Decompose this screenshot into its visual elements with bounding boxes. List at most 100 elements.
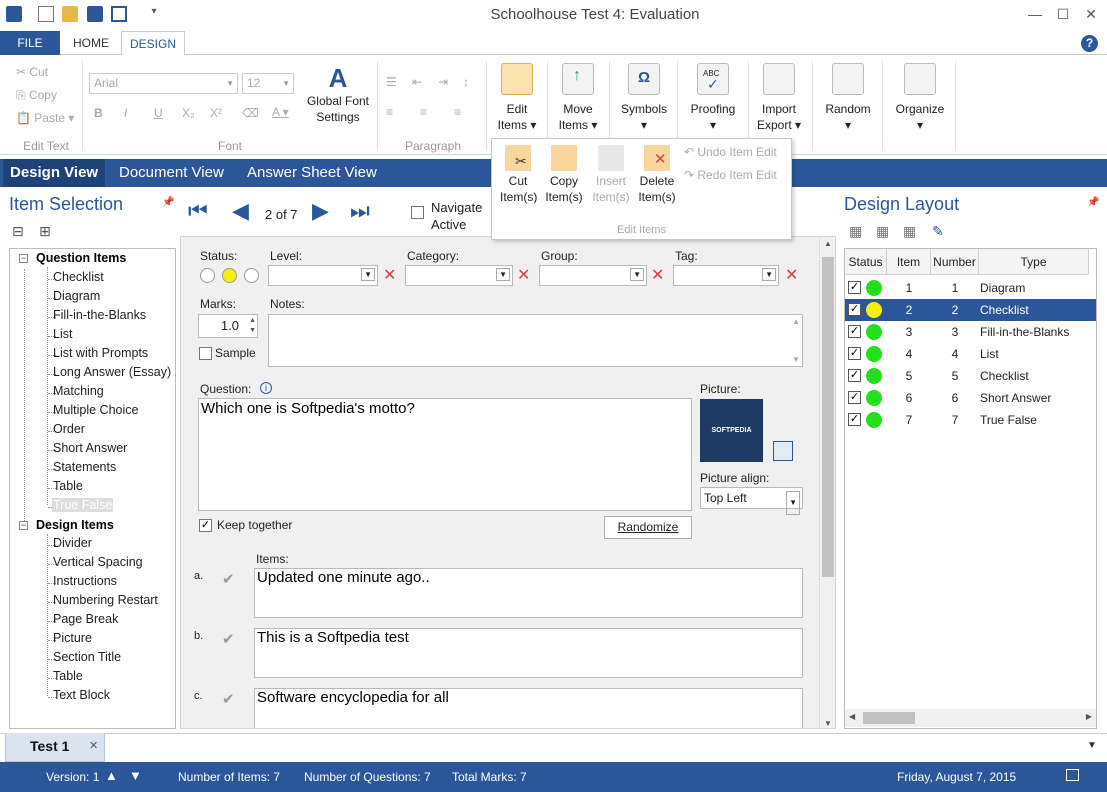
category-select[interactable]: ▼ (405, 265, 513, 286)
item-answer-field[interactable]: This is a Softpedia test (254, 628, 803, 678)
status-radio-none[interactable] (200, 268, 215, 283)
tree-group-design-items[interactable]: Design Items (36, 518, 114, 532)
tree-item[interactable]: True False (52, 498, 114, 512)
tree-item[interactable]: Multiple Choice (52, 403, 139, 417)
font-family-combo[interactable]: Arial ▼ (89, 73, 238, 94)
row-checkbox[interactable]: ✓ (848, 369, 861, 382)
expand-all-icon[interactable]: ⊞ (39, 223, 51, 240)
table-row[interactable]: ✓ 3 3 Fill-in-the-Blanks (845, 321, 1096, 343)
document-tab[interactable]: Test 1 ✕ (5, 733, 105, 762)
status-radio-yellow[interactable] (222, 268, 237, 283)
insert-items-button[interactable]: Insert Item(s) (591, 145, 631, 205)
level-select[interactable]: ▼ (268, 265, 378, 286)
column-header-item[interactable]: Item (887, 249, 931, 275)
tree-item[interactable]: Diagram (52, 289, 101, 303)
delete-items-button[interactable]: ✕ Delete Item(s) (637, 145, 677, 205)
item-answer-field[interactable]: Updated one minute ago.. (254, 568, 803, 618)
tab-file[interactable]: FILE (0, 31, 60, 55)
align-center-icon[interactable]: ≡ (420, 105, 427, 119)
tree-item[interactable]: Short Answer (52, 441, 128, 455)
help-icon[interactable]: ? (1081, 35, 1098, 52)
underline-button[interactable]: U (154, 106, 163, 120)
tree-item[interactable]: Picture (52, 631, 93, 645)
tree-item[interactable]: Page Break (52, 612, 119, 626)
tree-item[interactable]: Matching (52, 384, 105, 398)
symbols-button[interactable]: Ω Symbols ▾ (618, 63, 670, 133)
font-size-combo[interactable]: 12 ▼ (242, 73, 294, 94)
tree-item[interactable]: Table (52, 669, 84, 683)
tree-item[interactable]: Statements (52, 460, 117, 474)
bullets-icon[interactable]: ☰ (386, 75, 397, 89)
cut-items-button[interactable]: ✂ Cut Item(s) (500, 145, 537, 205)
row-checkbox[interactable]: ✓ (848, 325, 861, 338)
row-checkbox[interactable]: ✓ (848, 347, 861, 360)
table-row[interactable]: ✓ 6 6 Short Answer (845, 387, 1096, 409)
minimize-icon[interactable]: — (1025, 6, 1045, 22)
scroll-up-icon[interactable]: ▲ (824, 239, 832, 248)
random-button[interactable]: Random ▾ (822, 63, 874, 133)
scroll-down-icon[interactable]: ▼ (824, 719, 832, 728)
scroll-thumb[interactable] (863, 712, 915, 724)
tab-home[interactable]: HOME (62, 31, 120, 55)
row-checkbox[interactable]: ✓ (848, 391, 861, 404)
tree-group-question-items[interactable]: Question Items (36, 251, 126, 265)
import-export-button[interactable]: Import Export ▾ (754, 63, 804, 133)
row-checkbox[interactable]: ✓ (848, 413, 861, 426)
last-item-icon[interactable]: ⏭ (350, 200, 370, 222)
align-right-icon[interactable]: ≡ (454, 105, 461, 119)
clear-tag-icon[interactable]: ✕ (785, 268, 798, 284)
version-up-icon[interactable]: ▲ (105, 768, 118, 783)
calendar-icon[interactable] (1066, 769, 1079, 781)
grid-view-icon[interactable]: ▦ (849, 223, 862, 240)
next-item-icon[interactable]: ▶ (312, 200, 329, 222)
navigate-active-checkbox[interactable] (411, 206, 424, 219)
picture-align-select[interactable]: Top Left ▼ (700, 487, 803, 515)
tab-design[interactable]: DESIGN (121, 31, 185, 56)
close-tab-icon[interactable]: ✕ (89, 739, 98, 752)
info-icon[interactable]: i (260, 382, 272, 394)
table-row[interactable]: ✓ 5 5 Checklist (845, 365, 1096, 387)
tree-item[interactable]: List (52, 327, 73, 341)
edit-items-button[interactable]: Edit Items ▾ (495, 63, 539, 133)
column-header-status[interactable]: Status (845, 249, 887, 275)
scroll-right-icon[interactable]: ▶ (1086, 712, 1092, 721)
item-answer-field[interactable]: Software encyclopedia for all (254, 688, 803, 728)
subscript-button[interactable]: X₂ (182, 106, 195, 120)
tabs-dropdown-icon[interactable]: ▼ (1087, 740, 1097, 751)
copy-button[interactable]: ⎘ Copy (16, 88, 57, 103)
collapse-all-icon[interactable]: ⊟ (12, 223, 24, 240)
pin-icon[interactable]: 📌 (162, 197, 174, 208)
checkmark-icon[interactable]: ✔ (222, 630, 235, 648)
cut-button[interactable]: ✂ Cut (16, 65, 48, 79)
first-item-icon[interactable]: ⏮ (188, 200, 208, 222)
scroll-left-icon[interactable]: ◀ (849, 712, 855, 721)
proofing-button[interactable]: ABC ✓ Proofing ▾ (684, 63, 742, 133)
close-icon[interactable]: ✕ (1081, 6, 1101, 23)
clear-group-icon[interactable]: ✕ (651, 268, 664, 284)
tree-item[interactable]: Long Answer (Essay) (52, 365, 172, 379)
organize-button[interactable]: Organize ▾ (892, 63, 948, 133)
tree-item[interactable]: Section Title (52, 650, 122, 664)
table-row[interactable]: ✓ 2 2 Checklist (845, 299, 1096, 321)
grid-view-icon[interactable]: ▦ (876, 223, 889, 240)
eraser-icon[interactable]: ⌫ (242, 106, 259, 120)
bold-button[interactable]: B (94, 106, 103, 120)
tree-item[interactable]: Table (52, 479, 84, 493)
tree-item[interactable]: Text Block (52, 688, 111, 702)
randomize-button[interactable]: Randomize (604, 516, 692, 539)
table-row[interactable]: ✓ 7 7 True False (845, 409, 1096, 431)
column-header-type[interactable]: Type (979, 249, 1089, 275)
copy-items-button[interactable]: Copy Item(s) (544, 145, 584, 205)
marks-input[interactable]: 1.0 ▲ ▼ (198, 314, 258, 338)
previous-item-icon[interactable]: ◀ (232, 200, 249, 222)
tree-item[interactable]: List with Prompts (52, 346, 149, 360)
edit-layout-icon[interactable]: ✎ (932, 223, 944, 240)
tree-item[interactable]: Divider (52, 536, 93, 550)
move-items-button[interactable]: ↑ Move Items ▾ (555, 63, 601, 133)
increase-indent-icon[interactable]: ⇥ (438, 75, 448, 89)
collapse-icon[interactable]: − (19, 254, 28, 263)
tree-item[interactable]: Fill-in-the-Blanks (52, 308, 147, 322)
sample-checkbox[interactable] (199, 347, 212, 360)
clear-category-icon[interactable]: ✕ (517, 268, 530, 284)
grid-view-icon[interactable]: ▦ (903, 223, 916, 240)
